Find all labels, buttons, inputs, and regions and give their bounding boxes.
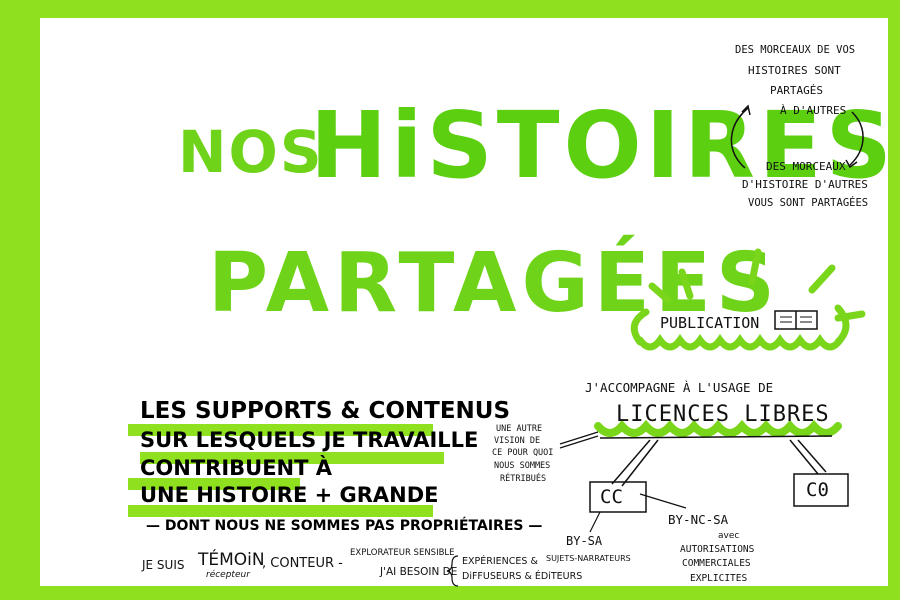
cycle-top-1: DES MORCEAUX DE VOS [735,44,856,56]
publication-label: PUBLiCATiON [660,314,760,332]
statement-line-4: UNE HISTOIRE + GRANDE [140,483,439,507]
aside-line-1: UNE AUTRE [496,424,543,434]
je-suis-label: JE SUIS [142,558,185,572]
aside-line-2: VISION DE [494,436,541,446]
cycle-bottom-3: VOUS SONT PARTAGÉES [748,197,869,209]
c0-label: C0 [806,479,829,501]
ray-2-icon [748,248,762,286]
statement-line-2: SUR LESQUELS JE TRAVAILLE [140,428,479,452]
cycle-top-2: HISTOIRES SONT [748,64,841,77]
book-icon [774,310,818,330]
conteur-label: , CONTEUR - [262,556,343,571]
aside-line-3: CE POUR QUOI [492,448,554,458]
not-owners-line: — DONT NOUS NE SOMMES PAS PROPRiÉTAiRES … [146,518,543,534]
cycle-bottom-2: D'HISTOIRE D'AUTRES [742,178,868,191]
sujets-label: SUJETS-NARRATEURS [546,554,631,563]
explorateur-label: EXPLORATEUR SENSIBLE [350,548,455,558]
experiences-label: EXPÉRIENCES & [462,556,538,567]
besoin-label: J'AI BESOIN DE [380,566,458,578]
licences-intro: J'ACCOMPAGNE À L'USAGE DE [585,380,774,395]
licences-wave [594,419,842,437]
temoin-label: TÉMOiN [198,550,265,570]
publication-cloud-underline [636,333,844,351]
recepteur-label: récepteur [206,570,250,580]
cc-label: CC [600,486,623,508]
cycle-top-4: À D'AUTRES [780,104,847,117]
ray-3-icon [808,264,836,294]
drawing-layer [128,104,866,587]
authorisation-line-2: COMMERCiALES [682,558,751,569]
cycle-bottom-1: DES MORCEAUX [766,160,846,173]
authorisation-line-1: AUTORiSATiONS [680,544,755,555]
ray-1-icon [678,268,694,300]
ray-5-icon [648,282,672,304]
licences-title: LICENCES LIBRES [616,402,830,427]
aside-line-5: RÉTRIBUÉS [500,474,547,484]
statement-line-1: LES SUPPORTS & CONTENUS [140,398,511,424]
aside-line-4: NOUS SOMMES [494,461,551,471]
by-sa-label: BY-SA [566,534,603,548]
diffuseurs-label: DiFFUSEURS & ÉDiTEURS [462,571,583,582]
cycle-arrow-right-icon [849,111,864,166]
cycle-arrow-left-icon [730,107,749,169]
statement-line-3: CONTRIBUENT À [140,456,333,480]
by-nc-sa-label: BY-NC-SA [668,512,729,527]
avec-label: avec [718,531,740,541]
cycle-top-3: PARTAGÉS [770,84,823,97]
authorisation-line-3: EXPLiCiTES [690,573,748,584]
